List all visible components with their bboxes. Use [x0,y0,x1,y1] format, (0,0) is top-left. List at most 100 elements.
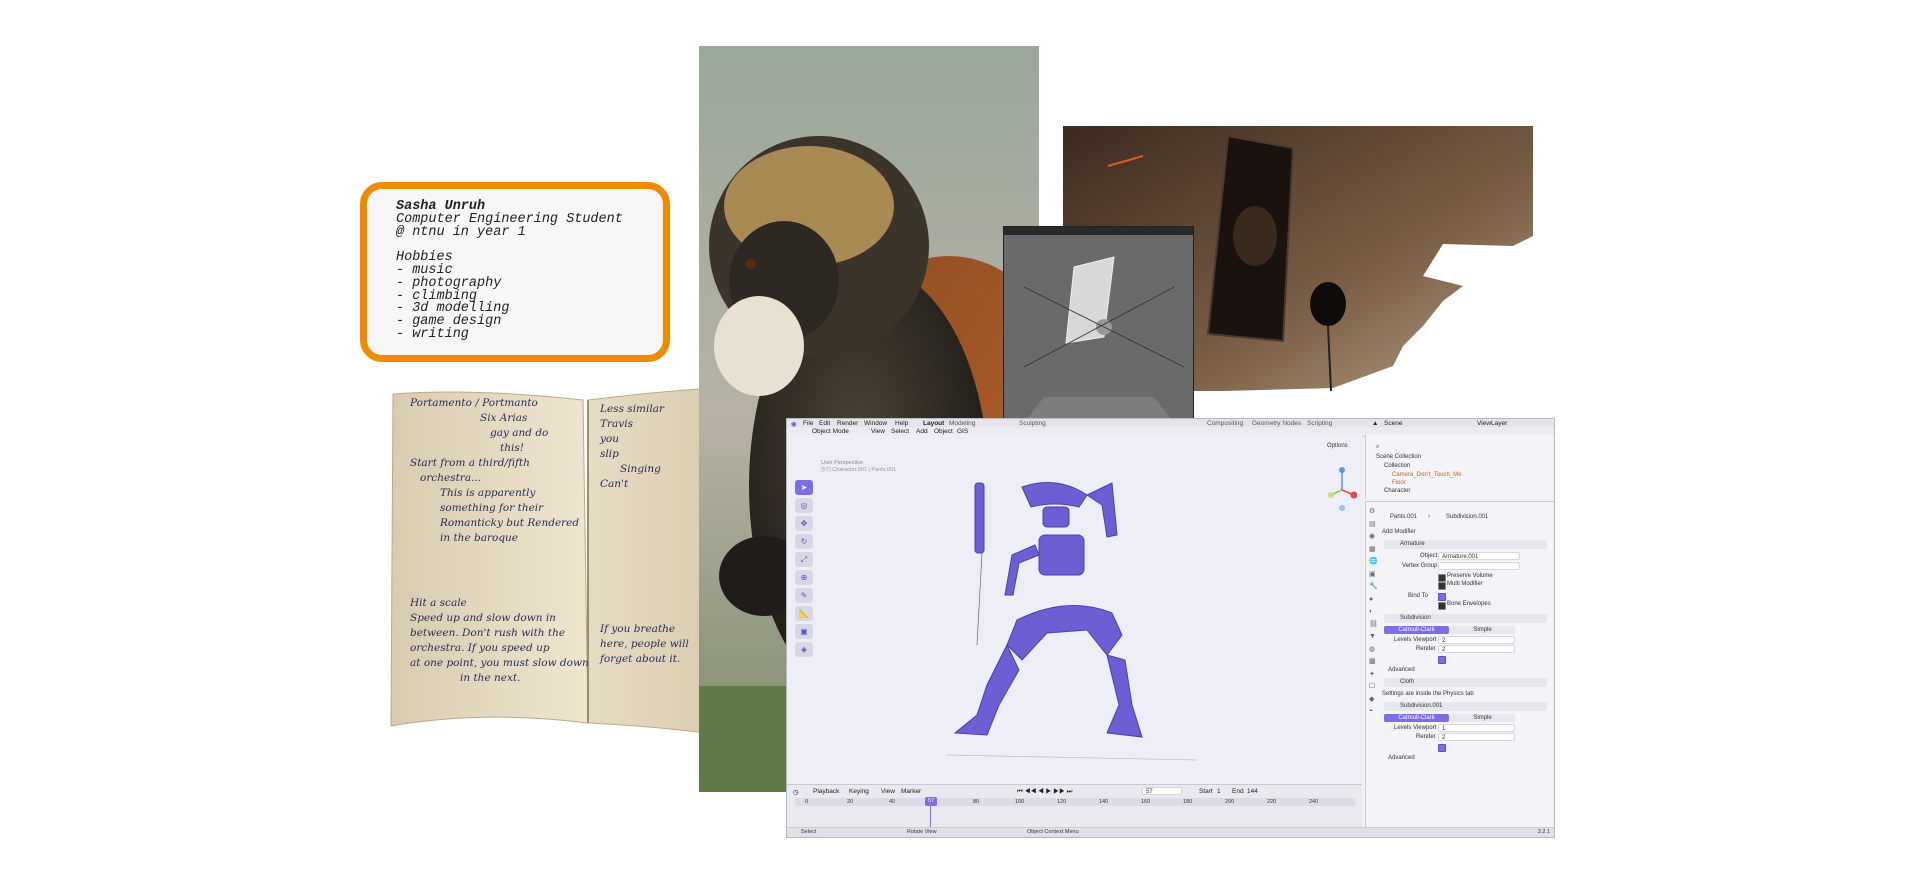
add-modifier-button[interactable]: Add Modifier [1382,529,1416,535]
bone-envelopes-checkbox[interactable] [1438,602,1446,610]
levels-viewport-label: Levels Viewport [1394,725,1437,731]
start-label: Start [1199,788,1213,795]
tab-compositing[interactable]: Compositing [1207,420,1243,427]
menu-file[interactable]: File [803,420,813,427]
select-tool-icon[interactable]: ➤ [795,480,813,495]
menu-add[interactable]: Add [916,428,928,435]
optimal-display-checkbox[interactable] [1438,744,1446,752]
tab-scripting[interactable]: Scripting [1307,420,1332,427]
breadcrumb-object[interactable]: Pants.001 [1390,514,1417,520]
menu-edit[interactable]: Edit [819,420,830,427]
properties-tab-icons[interactable]: ⚙ ▤ ◉ ▦ 🌐 ▣ 🔧 ● ◐ ⛓ ▼ ◍ ▩ ✦ ☐ ◆ ◓ [1369,506,1378,719]
render-levels-field[interactable]: 2 [1438,645,1515,653]
character-model[interactable] [947,455,1197,775]
outliner-camera[interactable]: Camera_Don't_Touch_Me [1392,472,1462,478]
note-line: in the next. [460,672,521,684]
render-levels-field[interactable]: 2 [1438,733,1515,741]
scene-selector[interactable]: Scene [1384,420,1402,427]
outliner-floor[interactable]: Floor [1392,480,1406,486]
armature-title[interactable]: Armature [1400,541,1425,547]
notebook-left-text: Portamento / Portmanto Six Arias gay and… [410,396,590,686]
mode-selector[interactable]: Object Mode [812,428,849,435]
add-cube-icon[interactable]: ▣ [795,624,813,639]
scene-icon[interactable]: ▲ [1372,420,1378,427]
nav-gizmo[interactable] [1327,465,1357,515]
multi-modifier-checkbox[interactable] [1438,582,1446,590]
3d-viewport[interactable]: User Perspective (57) Character.001 | Pa… [787,435,1362,797]
note-line: at one point, you must slow down [410,657,589,669]
advanced-toggle[interactable]: Advanced [1388,755,1415,761]
tick-label: 0 [805,799,809,805]
outliner-scene-collection[interactable]: Scene Collection [1376,454,1421,460]
menu-render[interactable]: Render [837,420,858,427]
catmull-clark-button[interactable]: Catmull-Clark [1384,714,1449,722]
measure-tool-icon[interactable]: 📐 [795,606,813,621]
profile-school: @ ntnu in year 1 [396,224,526,240]
add-object-icon[interactable]: ◈ [795,642,813,657]
rotate-tool-icon[interactable]: ↻ [795,534,813,549]
menu-view[interactable]: View [871,428,885,435]
tab-sculpting[interactable]: Sculpting [1019,420,1046,427]
transform-tool-icon[interactable]: ⊕ [795,570,813,585]
subdivision-title[interactable]: Subdivision [1400,615,1431,621]
subdivision2-title[interactable]: Subdivision.001 [1400,703,1442,709]
playhead[interactable]: 57 [925,797,937,806]
current-frame-field[interactable]: 57 [1142,787,1182,795]
breadcrumb-separator: › [1428,514,1430,520]
end-value[interactable]: 144 [1247,788,1258,795]
menu-window[interactable]: Window [864,420,887,427]
simple-button[interactable]: Simple [1450,714,1515,722]
clock-icon[interactable]: ◷ [793,788,799,796]
preserve-volume-checkbox[interactable] [1438,574,1446,582]
scale-tool-icon[interactable]: ⤢ [795,552,813,567]
timeline-menu-playback[interactable]: Playback [813,788,839,795]
blender-window: ◉ File Edit Render Window Help Layout Mo… [786,418,1555,838]
start-value[interactable]: 1 [1217,788,1221,795]
levels-viewport-field[interactable]: 1 [1438,724,1515,732]
menu-select[interactable]: Select [891,428,909,435]
tab-layout[interactable]: Layout [923,420,944,427]
playback-controls[interactable]: ⏮ ◀◀ ◀ ▶ ▶▶ ⏭ [1017,788,1073,796]
cloth-title[interactable]: Cloth [1400,679,1414,685]
catmull-clark-button[interactable]: Catmull-Clark [1384,626,1449,634]
menu-object[interactable]: Object [934,428,953,435]
note-line: between. Don't rush with the [410,627,566,639]
timeline-menu-marker[interactable]: Marker [901,788,921,795]
levels-viewport-field[interactable]: 2 [1438,636,1515,644]
annotate-tool-icon[interactable]: ✎ [795,588,813,603]
tab-modeling[interactable]: Modeling [949,420,975,427]
timeline-menu-view[interactable]: View [881,788,895,795]
vertex-groups-checkbox[interactable] [1438,593,1446,601]
cloth-note: Settings are inside the Physics tab [1382,691,1474,697]
viewport-label: User Perspective [821,460,863,466]
timeline: ◷ Playback Keying View Marker ⏮ ◀◀ ◀ ▶ ▶… [787,784,1362,833]
viewlayer-selector[interactable]: ViewLayer [1477,420,1507,427]
menu-help[interactable]: Help [895,420,908,427]
outliner: ⌕ Scene Collection Collection Camera_Don… [1365,435,1554,499]
outliner-character[interactable]: Character [1384,488,1410,494]
note-line: Hit a scale [410,597,467,609]
render-levels-label: Render [1416,646,1436,652]
cursor-tool-icon[interactable]: ◎ [795,498,813,513]
armature-object-label: Object [1420,553,1438,559]
advanced-toggle[interactable]: Advanced [1388,667,1415,673]
tick-label: 100 [1015,799,1025,805]
move-tool-icon[interactable]: ✥ [795,516,813,531]
simple-button[interactable]: Simple [1450,626,1515,634]
note-line: Portamento / Portmanto [410,397,538,409]
options-button[interactable]: Options [1327,443,1348,449]
vertex-group-field[interactable] [1438,562,1520,570]
optimal-display-checkbox[interactable] [1438,656,1446,664]
note-line: Less similar [600,403,664,415]
status-select: Select [801,829,817,835]
tick-label: 180 [1183,799,1193,805]
timeline-menu-keying[interactable]: Keying [849,788,869,795]
breadcrumb-modifier[interactable]: Subdivision.001 [1446,514,1488,520]
note-line: something for their [440,502,544,514]
armature-object-field[interactable]: Armature.001 [1438,552,1520,560]
menu-gis[interactable]: GIS [957,428,968,435]
outliner-collection[interactable]: Collection [1384,463,1410,469]
outliner-search-icon[interactable]: ⌕ [1376,444,1379,451]
render-levels-label: Render [1416,734,1436,740]
tab-geometry-nodes[interactable]: Geometry Nodes [1252,420,1301,427]
